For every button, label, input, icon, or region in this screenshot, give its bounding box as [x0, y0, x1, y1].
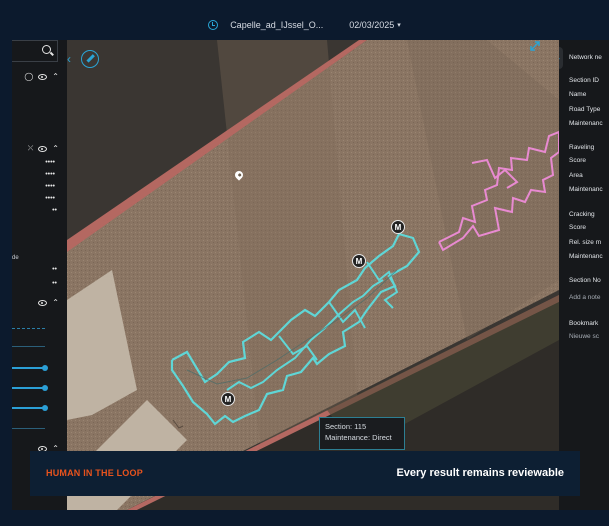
maintenance-marker[interactable]: M [391, 220, 405, 234]
chevron-down-icon[interactable]: ▾ [397, 21, 401, 29]
banner-tagline: Every result remains reviewable [396, 467, 564, 479]
collapse-left-icon[interactable]: ‹ [67, 50, 75, 68]
details-panel: › Network ne Section ID Name Road Type Maint… [559, 40, 609, 510]
tooltip-maintenance: Maintenance: Direct [325, 433, 392, 442]
layer-row-2: ⤬ ⌃ [28, 144, 59, 153]
legend-dots: •• [52, 280, 57, 287]
slider-handle[interactable] [42, 385, 48, 391]
layer-row-3: ⌃ [38, 298, 59, 307]
detail-label: Name [569, 91, 587, 98]
detail-label: Rel. size m [569, 239, 602, 246]
top-bar: Capelle_ad_IJssel_O... 02/03/2025 ▾ [0, 12, 609, 38]
legend-dots: •••• [45, 159, 55, 166]
chevron-up-icon[interactable]: ⌃ [52, 144, 59, 153]
detail-label: Maintenanc [569, 186, 603, 193]
truncated-label: de [12, 255, 19, 261]
drop-icon[interactable]: ◯ [24, 72, 33, 81]
project-name[interactable]: Capelle_ad_IJssel_O... [230, 20, 323, 30]
maintenance-marker[interactable]: M [352, 254, 366, 268]
opacity-slider[interactable] [12, 365, 48, 371]
banner-title: HUMAN IN THE LOOP [46, 468, 143, 478]
eye-icon[interactable] [38, 73, 48, 80]
slider-handle[interactable] [42, 405, 48, 411]
collapse-right-icon[interactable]: › [559, 47, 563, 69]
detail-label: Maintenanc [569, 120, 603, 127]
legend-dots: •• [52, 266, 57, 273]
edit-button[interactable] [81, 50, 99, 68]
search-icon[interactable] [42, 45, 51, 54]
detail-head: Section No [569, 277, 601, 284]
detail-dim[interactable]: Add a note [569, 294, 600, 301]
app-frame: { "topbar": {"project": "Capelle_ad_IJss… [0, 0, 609, 526]
divider [12, 428, 45, 429]
detail-dim[interactable]: Nieuwe sc [569, 333, 599, 340]
detail-label: Road Type [569, 106, 601, 113]
layer-row-1: ◯ ⌃ [24, 72, 59, 81]
layer-panel: ◯ ⌃ ⤬ ⌃ •••• •••• •••• •••• •• de •• •• … [12, 40, 67, 510]
caption-banner: HUMAN IN THE LOOP Every result remains r… [30, 451, 580, 496]
map-view[interactable]: ‹ M M M Section: 115 Maintenance: Direct [67, 40, 559, 510]
section-tooltip: Section: 115 Maintenance: Direct [319, 417, 405, 450]
legend-dots: •••• [45, 183, 55, 190]
tooltip-section: Section: 115 [325, 422, 367, 431]
map-canvas[interactable] [67, 40, 559, 510]
search-box[interactable] [12, 40, 58, 62]
expand-icon[interactable] [529, 40, 541, 52]
detail-head: Bookmark [569, 320, 599, 327]
opacity-slider[interactable] [12, 385, 48, 391]
detail-label: Section ID [569, 77, 599, 84]
detail-head: Cracking [569, 211, 595, 218]
detail-label: Area [569, 172, 583, 179]
chevron-up-icon[interactable]: ⌃ [52, 298, 59, 307]
chevron-up-icon[interactable]: ⌃ [52, 72, 59, 81]
eye-icon[interactable] [38, 299, 48, 306]
opacity-slider[interactable] [12, 405, 48, 411]
divider [12, 328, 45, 329]
maintenance-marker[interactable]: M [221, 392, 235, 406]
slider-handle[interactable] [42, 365, 48, 371]
date-selector[interactable]: 02/03/2025 [349, 20, 394, 30]
detail-label: Maintenanc [569, 253, 603, 260]
filter-off-icon[interactable]: ⤬ [28, 145, 34, 153]
legend-dots: •••• [45, 171, 55, 178]
divider [12, 346, 45, 347]
detail-head: Raveling [569, 144, 595, 151]
legend-dots: •• [52, 207, 57, 214]
detail-label: Score [569, 157, 586, 164]
detail-label: Score [569, 224, 586, 231]
legend-dots: •••• [45, 195, 55, 202]
clock-icon[interactable] [208, 20, 219, 30]
detail-head: Network ne [569, 54, 602, 61]
eye-icon[interactable] [38, 145, 48, 152]
